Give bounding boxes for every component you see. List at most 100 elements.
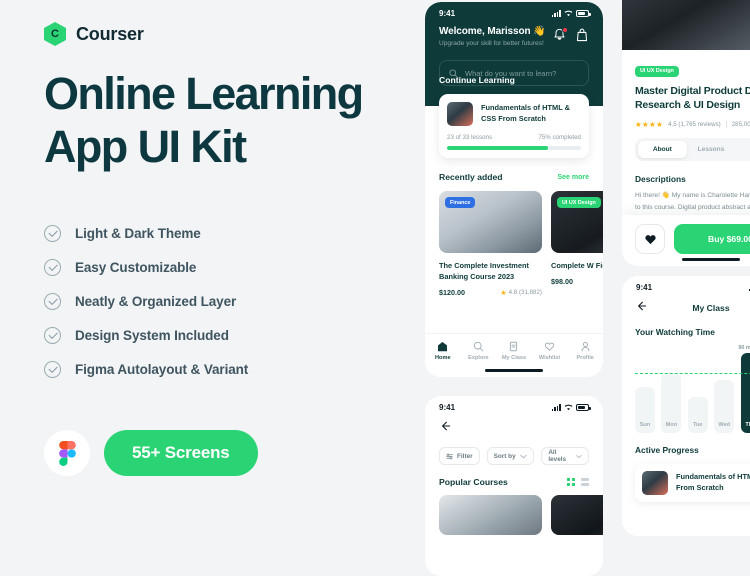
heart-icon xyxy=(544,342,555,351)
headline-line-2: App UI Kit xyxy=(44,120,247,172)
course-detail-mockup: UI UX Design Master Digital Product Desi… xyxy=(622,0,750,266)
page-title: Online Learning App UI Kit xyxy=(44,68,404,173)
tab-wishlist[interactable]: Wishlist xyxy=(534,341,566,361)
bar: Sun xyxy=(635,387,655,433)
page-title: My Class xyxy=(692,303,730,313)
tab-label: My Class xyxy=(501,355,527,361)
wishlist-button[interactable] xyxy=(635,224,665,254)
course-card[interactable]: Finance The Complete Investment Banking … xyxy=(439,191,542,297)
chevron-down-icon xyxy=(576,454,582,458)
sort-label: Sort by xyxy=(493,452,516,460)
grid-view-icon[interactable] xyxy=(567,478,575,486)
star-rating-icon: ★★★★ xyxy=(635,119,664,129)
recently-added-row: Recently added See more xyxy=(439,172,589,182)
battery-icon xyxy=(576,10,591,17)
battery-icon xyxy=(576,404,591,411)
tab-explore[interactable]: Explore xyxy=(462,341,494,361)
notification-bell-icon[interactable] xyxy=(553,27,568,42)
tab-profile[interactable]: Profile xyxy=(569,341,601,361)
nav-bar: My Class xyxy=(622,294,750,316)
status-icons xyxy=(551,404,591,411)
bar-label: Sun xyxy=(639,422,651,428)
watching-time-chart: 90 min SunMonTueWedThuF xyxy=(635,345,750,433)
promo-panel: C Courser Online Learning App UI Kit Lig… xyxy=(0,0,420,500)
tab-my-class[interactable]: My Class xyxy=(498,341,530,361)
course-footer: $98.00 xyxy=(551,277,603,286)
list-item: Easy Customizable xyxy=(44,250,248,284)
check-icon xyxy=(44,360,61,378)
check-icon xyxy=(44,326,61,344)
cta-row: 55+ Screens xyxy=(44,430,258,476)
tab-lessons[interactable]: Lessons xyxy=(687,141,736,158)
check-icon xyxy=(44,292,61,310)
chart-bar-tue: Tue xyxy=(687,397,708,433)
active-progress-card[interactable]: Fundamentals of HTML & C From Scratch xyxy=(635,464,750,502)
levels-dropdown[interactable]: All levels xyxy=(541,447,589,465)
status-icons xyxy=(551,10,591,17)
chart-bars: SunMonTueWedThuF xyxy=(635,353,750,433)
course-card[interactable]: UI UX Design Complete W Figma to W $98.0… xyxy=(551,191,603,297)
bottom-tab-bar: Home Explore My Class Wishlist Profile xyxy=(425,333,603,377)
back-button[interactable] xyxy=(439,419,451,436)
popular-courses-mockup: 9:41 Filter Sort by All levels Popular C… xyxy=(425,396,603,576)
figma-badge xyxy=(44,430,90,476)
buy-button[interactable]: Buy $69.00 xyxy=(674,224,750,254)
tab-home[interactable]: Home xyxy=(427,341,459,361)
filter-icon xyxy=(446,453,453,459)
tab-label: Explore xyxy=(468,355,489,361)
rating-value: 4.8 (31,882) xyxy=(508,289,542,297)
category-badge: UI UX Design xyxy=(635,65,679,77)
logo-letter: C xyxy=(51,27,59,40)
tab-about[interactable]: About xyxy=(638,140,687,158)
home-indicator xyxy=(485,369,543,372)
bar: Tue xyxy=(687,397,708,433)
category-badge: Finance xyxy=(445,197,476,208)
continue-card-top: Fundamentals of HTML & CSS From Scratch xyxy=(447,102,581,126)
shopping-bag-icon[interactable] xyxy=(576,28,589,42)
feature-label: Easy Customizable xyxy=(75,259,197,275)
headline-line-1: Online Learning xyxy=(44,68,364,119)
feature-list: Light & Dark Theme Easy Customizable Nea… xyxy=(44,216,248,386)
completion-percent: 75% completed xyxy=(538,134,581,141)
watching-time-label: Your Watching Time xyxy=(635,326,715,337)
course-hero-image xyxy=(622,0,750,50)
chevron-down-icon xyxy=(520,454,528,458)
feature-label: Neatly & Organized Layer xyxy=(75,293,237,309)
status-bar: 9:41 xyxy=(425,396,603,414)
filter-button[interactable]: Filter xyxy=(439,447,480,465)
course-title: Master Digital Product Design Research &… xyxy=(635,85,750,112)
course-footer: $120.00 ★ 4.8 (31,882) xyxy=(439,288,542,297)
lessons-count: 23 of 33 lessons xyxy=(447,134,493,141)
continue-learning-label: Continue Learning xyxy=(439,75,515,85)
chart-bar-wed: Wed xyxy=(714,380,735,433)
sort-dropdown[interactable]: Sort by xyxy=(486,447,535,465)
bar: Thu xyxy=(740,353,750,433)
heart-icon xyxy=(644,235,656,245)
course-title: Fundamentals of HTML & C From Scratch xyxy=(676,472,750,492)
notification-badge xyxy=(562,27,568,33)
tab-reviews[interactable]: R xyxy=(735,141,750,158)
brand-name: Courser xyxy=(76,23,144,44)
section-title: Popular Courses xyxy=(439,477,508,487)
recently-added-label: Recently added xyxy=(439,172,503,182)
see-more-link[interactable]: See more xyxy=(557,174,589,181)
course-title: The Complete Investment Banking Course 2… xyxy=(439,261,529,282)
course-meta: ★★★★ 4.5 (1,765 reviews) 285,000 s xyxy=(635,120,750,129)
continue-card-title: Fundamentals of HTML & CSS From Scratch xyxy=(481,103,570,123)
course-image: UI UX Design xyxy=(551,191,603,253)
status-bar: 9:41 xyxy=(622,276,750,294)
screens-count-button[interactable]: 55+ Screens xyxy=(104,430,258,476)
header-icons xyxy=(553,26,589,42)
continue-learning-card[interactable]: Fundamentals of HTML & CSS From Scratch … xyxy=(439,94,589,158)
rating-value: 4.5 (1,765 reviews) xyxy=(668,120,721,128)
filter-label: Filter xyxy=(457,452,473,460)
wifi-icon xyxy=(564,404,573,411)
course-rating: ★ 4.8 (31,882) xyxy=(500,289,542,297)
list-item: Neatly & Organized Layer xyxy=(44,284,248,318)
detail-tabs: About Lessons R xyxy=(635,137,750,161)
course-image[interactable] xyxy=(439,495,542,535)
my-class-body: Your Watching Time L 90 min Sun Mon Tue Wed… xyxy=(622,316,750,502)
course-image[interactable] xyxy=(551,495,603,535)
category-badge: UI UX Design xyxy=(557,197,601,208)
list-view-icon[interactable] xyxy=(581,478,589,486)
